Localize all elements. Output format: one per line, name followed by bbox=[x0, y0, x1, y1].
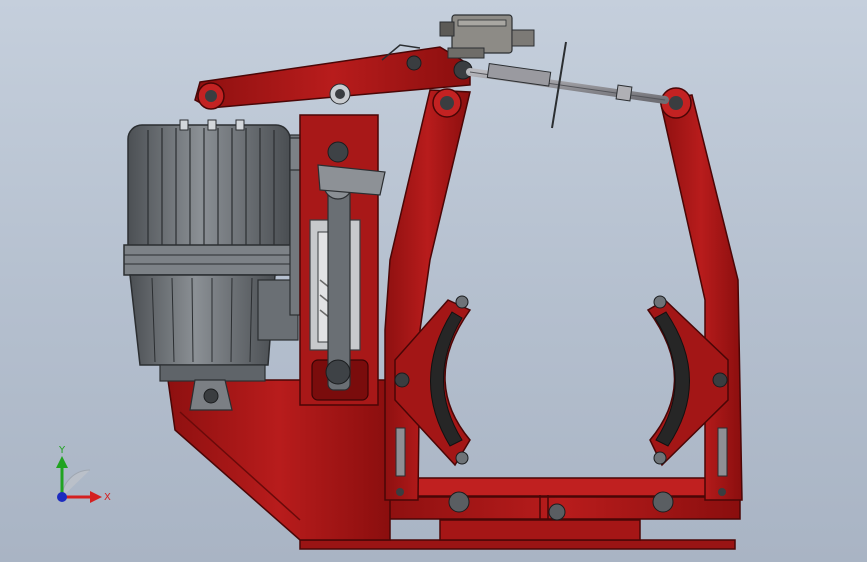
origin-marker bbox=[57, 492, 67, 502]
x-axis-label: X bbox=[104, 492, 111, 503]
brake-assembly-drawing: Y X bbox=[56, 14, 743, 550]
y-axis-arrowhead bbox=[56, 456, 68, 468]
coordinate-triad: Y X bbox=[56, 445, 111, 503]
motor-foot bbox=[189, 379, 233, 411]
cad-viewport[interactable]: Y X bbox=[0, 0, 867, 562]
x-axis-arrowhead bbox=[90, 491, 102, 503]
tie-rod bbox=[466, 41, 669, 129]
y-axis-label: Y bbox=[58, 445, 66, 456]
spring-guide bbox=[299, 114, 386, 406]
